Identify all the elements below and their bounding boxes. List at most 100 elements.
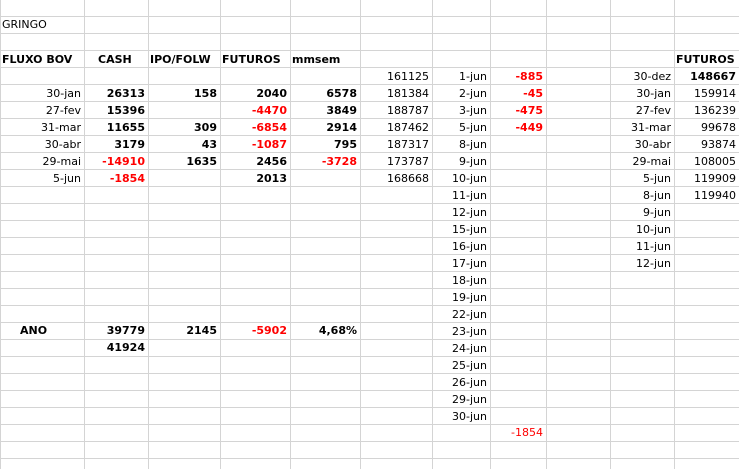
day-label[interactable]: 22-jun xyxy=(432,306,490,323)
mmsem-value[interactable] xyxy=(290,170,360,187)
bottom-sum[interactable]: -1854 xyxy=(490,424,546,441)
total-cash-2[interactable]: 41924 xyxy=(96,339,148,356)
right-date[interactable]: 9-jun xyxy=(610,204,674,221)
gridline-vertical xyxy=(290,0,291,469)
cash-value[interactable]: 11655 xyxy=(96,119,148,136)
mmsem-value[interactable]: 6578 xyxy=(290,85,360,102)
futuros-value[interactable]: -4470 xyxy=(220,102,290,119)
day-label[interactable]: 16-jun xyxy=(432,238,490,255)
day-label[interactable]: 30-jun xyxy=(432,408,490,425)
header-futuros[interactable]: FUTUROS xyxy=(220,51,290,68)
gridline-vertical xyxy=(148,0,149,469)
total-label[interactable]: ANO xyxy=(18,322,84,339)
ipo-value[interactable]: 1635 xyxy=(148,153,220,170)
right-value[interactable]: 148667 xyxy=(674,68,739,85)
day-label[interactable]: 3-jun xyxy=(432,102,490,119)
cash-value[interactable]: 26313 xyxy=(96,85,148,102)
header-mmsem[interactable]: mmsem xyxy=(290,51,360,68)
month-label[interactable]: 31-mar xyxy=(0,119,84,136)
right-value[interactable]: 99678 xyxy=(674,119,739,136)
level-value[interactable]: 181384 xyxy=(360,85,432,102)
header-fluxo-bov[interactable]: FLUXO BOV xyxy=(0,51,84,68)
level-value[interactable]: 161125 xyxy=(360,68,432,85)
right-value[interactable]: 136239 xyxy=(674,102,739,119)
mmsem-value[interactable]: 2914 xyxy=(290,119,360,136)
level-value[interactable]: 188787 xyxy=(360,102,432,119)
right-date[interactable]: 27-fev xyxy=(610,102,674,119)
month-label[interactable]: 29-mai xyxy=(0,153,84,170)
day-label[interactable]: 19-jun xyxy=(432,289,490,306)
ipo-value[interactable]: 158 xyxy=(148,85,220,102)
total-futuros[interactable]: -5902 xyxy=(220,322,290,339)
right-date[interactable]: 10-jun xyxy=(610,221,674,238)
cash-value[interactable]: 15396 xyxy=(96,102,148,119)
right-value[interactable]: 159914 xyxy=(674,85,739,102)
right-date[interactable]: 11-jun xyxy=(610,238,674,255)
day-value[interactable]: -449 xyxy=(490,119,546,136)
month-label[interactable]: 5-jun xyxy=(0,170,84,187)
total-mmsem[interactable]: 4,68% xyxy=(290,322,360,339)
day-label[interactable]: 12-jun xyxy=(432,204,490,221)
ipo-value[interactable]: 309 xyxy=(148,119,220,136)
futuros-value[interactable]: 2013 xyxy=(220,170,290,187)
level-value[interactable]: 187317 xyxy=(360,136,432,153)
level-value[interactable]: 187462 xyxy=(360,119,432,136)
gridline-horizontal xyxy=(0,441,739,442)
day-value[interactable]: -475 xyxy=(490,102,546,119)
futuros-value[interactable]: 2456 xyxy=(220,153,290,170)
day-label[interactable]: 17-jun xyxy=(432,255,490,272)
mmsem-value[interactable]: 795 xyxy=(290,136,360,153)
right-date[interactable]: 31-mar xyxy=(610,119,674,136)
total-ipo[interactable]: 2145 xyxy=(148,322,220,339)
right-value[interactable]: 119940 xyxy=(674,187,739,204)
right-date[interactable]: 12-jun xyxy=(610,255,674,272)
cash-value[interactable]: -1854 xyxy=(96,170,148,187)
ipo-value[interactable] xyxy=(148,102,220,119)
gridline-horizontal xyxy=(0,288,739,289)
sheet-title[interactable]: GRINGO xyxy=(0,16,84,33)
header-futuros-right[interactable]: FUTUROS xyxy=(674,51,739,68)
right-date[interactable]: 30-jan xyxy=(610,85,674,102)
level-value[interactable]: 173787 xyxy=(360,153,432,170)
futuros-value[interactable]: 2040 xyxy=(220,85,290,102)
day-label[interactable]: 26-jun xyxy=(432,374,490,391)
total-cash[interactable]: 39779 xyxy=(96,322,148,339)
cash-value[interactable]: 3179 xyxy=(96,136,148,153)
right-value[interactable]: 108005 xyxy=(674,153,739,170)
day-label[interactable]: 10-jun xyxy=(432,170,490,187)
day-value[interactable]: -885 xyxy=(490,68,546,85)
month-label[interactable]: 30-jan xyxy=(0,85,84,102)
day-label[interactable]: 24-jun xyxy=(432,340,490,357)
month-label[interactable]: 30-abr xyxy=(0,136,84,153)
header-ipo-folw[interactable]: IPO/FOLW xyxy=(148,51,220,68)
cash-value[interactable]: -14910 xyxy=(96,153,148,170)
futuros-value[interactable]: -6854 xyxy=(220,119,290,136)
day-label[interactable]: 9-jun xyxy=(432,153,490,170)
right-date[interactable]: 8-jun xyxy=(610,187,674,204)
day-label[interactable]: 15-jun xyxy=(432,221,490,238)
right-value[interactable]: 119909 xyxy=(674,170,739,187)
futuros-value[interactable]: -1087 xyxy=(220,136,290,153)
day-label[interactable]: 5-jun xyxy=(432,119,490,136)
day-label[interactable]: 25-jun xyxy=(432,357,490,374)
mmsem-value[interactable]: 3849 xyxy=(290,102,360,119)
level-value[interactable]: 168668 xyxy=(360,170,432,187)
day-label[interactable]: 29-jun xyxy=(432,391,490,408)
ipo-value[interactable]: 43 xyxy=(148,136,220,153)
right-value[interactable]: 93874 xyxy=(674,136,739,153)
day-value[interactable]: -45 xyxy=(490,85,546,102)
right-date[interactable]: 29-mai xyxy=(610,153,674,170)
right-date[interactable]: 30-abr xyxy=(610,136,674,153)
day-label[interactable]: 1-jun xyxy=(432,68,490,85)
day-label[interactable]: 23-jun xyxy=(432,323,490,340)
day-label[interactable]: 11-jun xyxy=(432,187,490,204)
day-label[interactable]: 8-jun xyxy=(432,136,490,153)
right-date[interactable]: 30-dez xyxy=(610,68,674,85)
mmsem-value[interactable]: -3728 xyxy=(290,153,360,170)
month-label[interactable]: 27-fev xyxy=(0,102,84,119)
ipo-value[interactable] xyxy=(148,170,220,187)
day-label[interactable]: 2-jun xyxy=(432,85,490,102)
right-date[interactable]: 5-jun xyxy=(610,170,674,187)
day-label[interactable]: 18-jun xyxy=(432,272,490,289)
header-cash[interactable]: CASH xyxy=(96,51,148,68)
